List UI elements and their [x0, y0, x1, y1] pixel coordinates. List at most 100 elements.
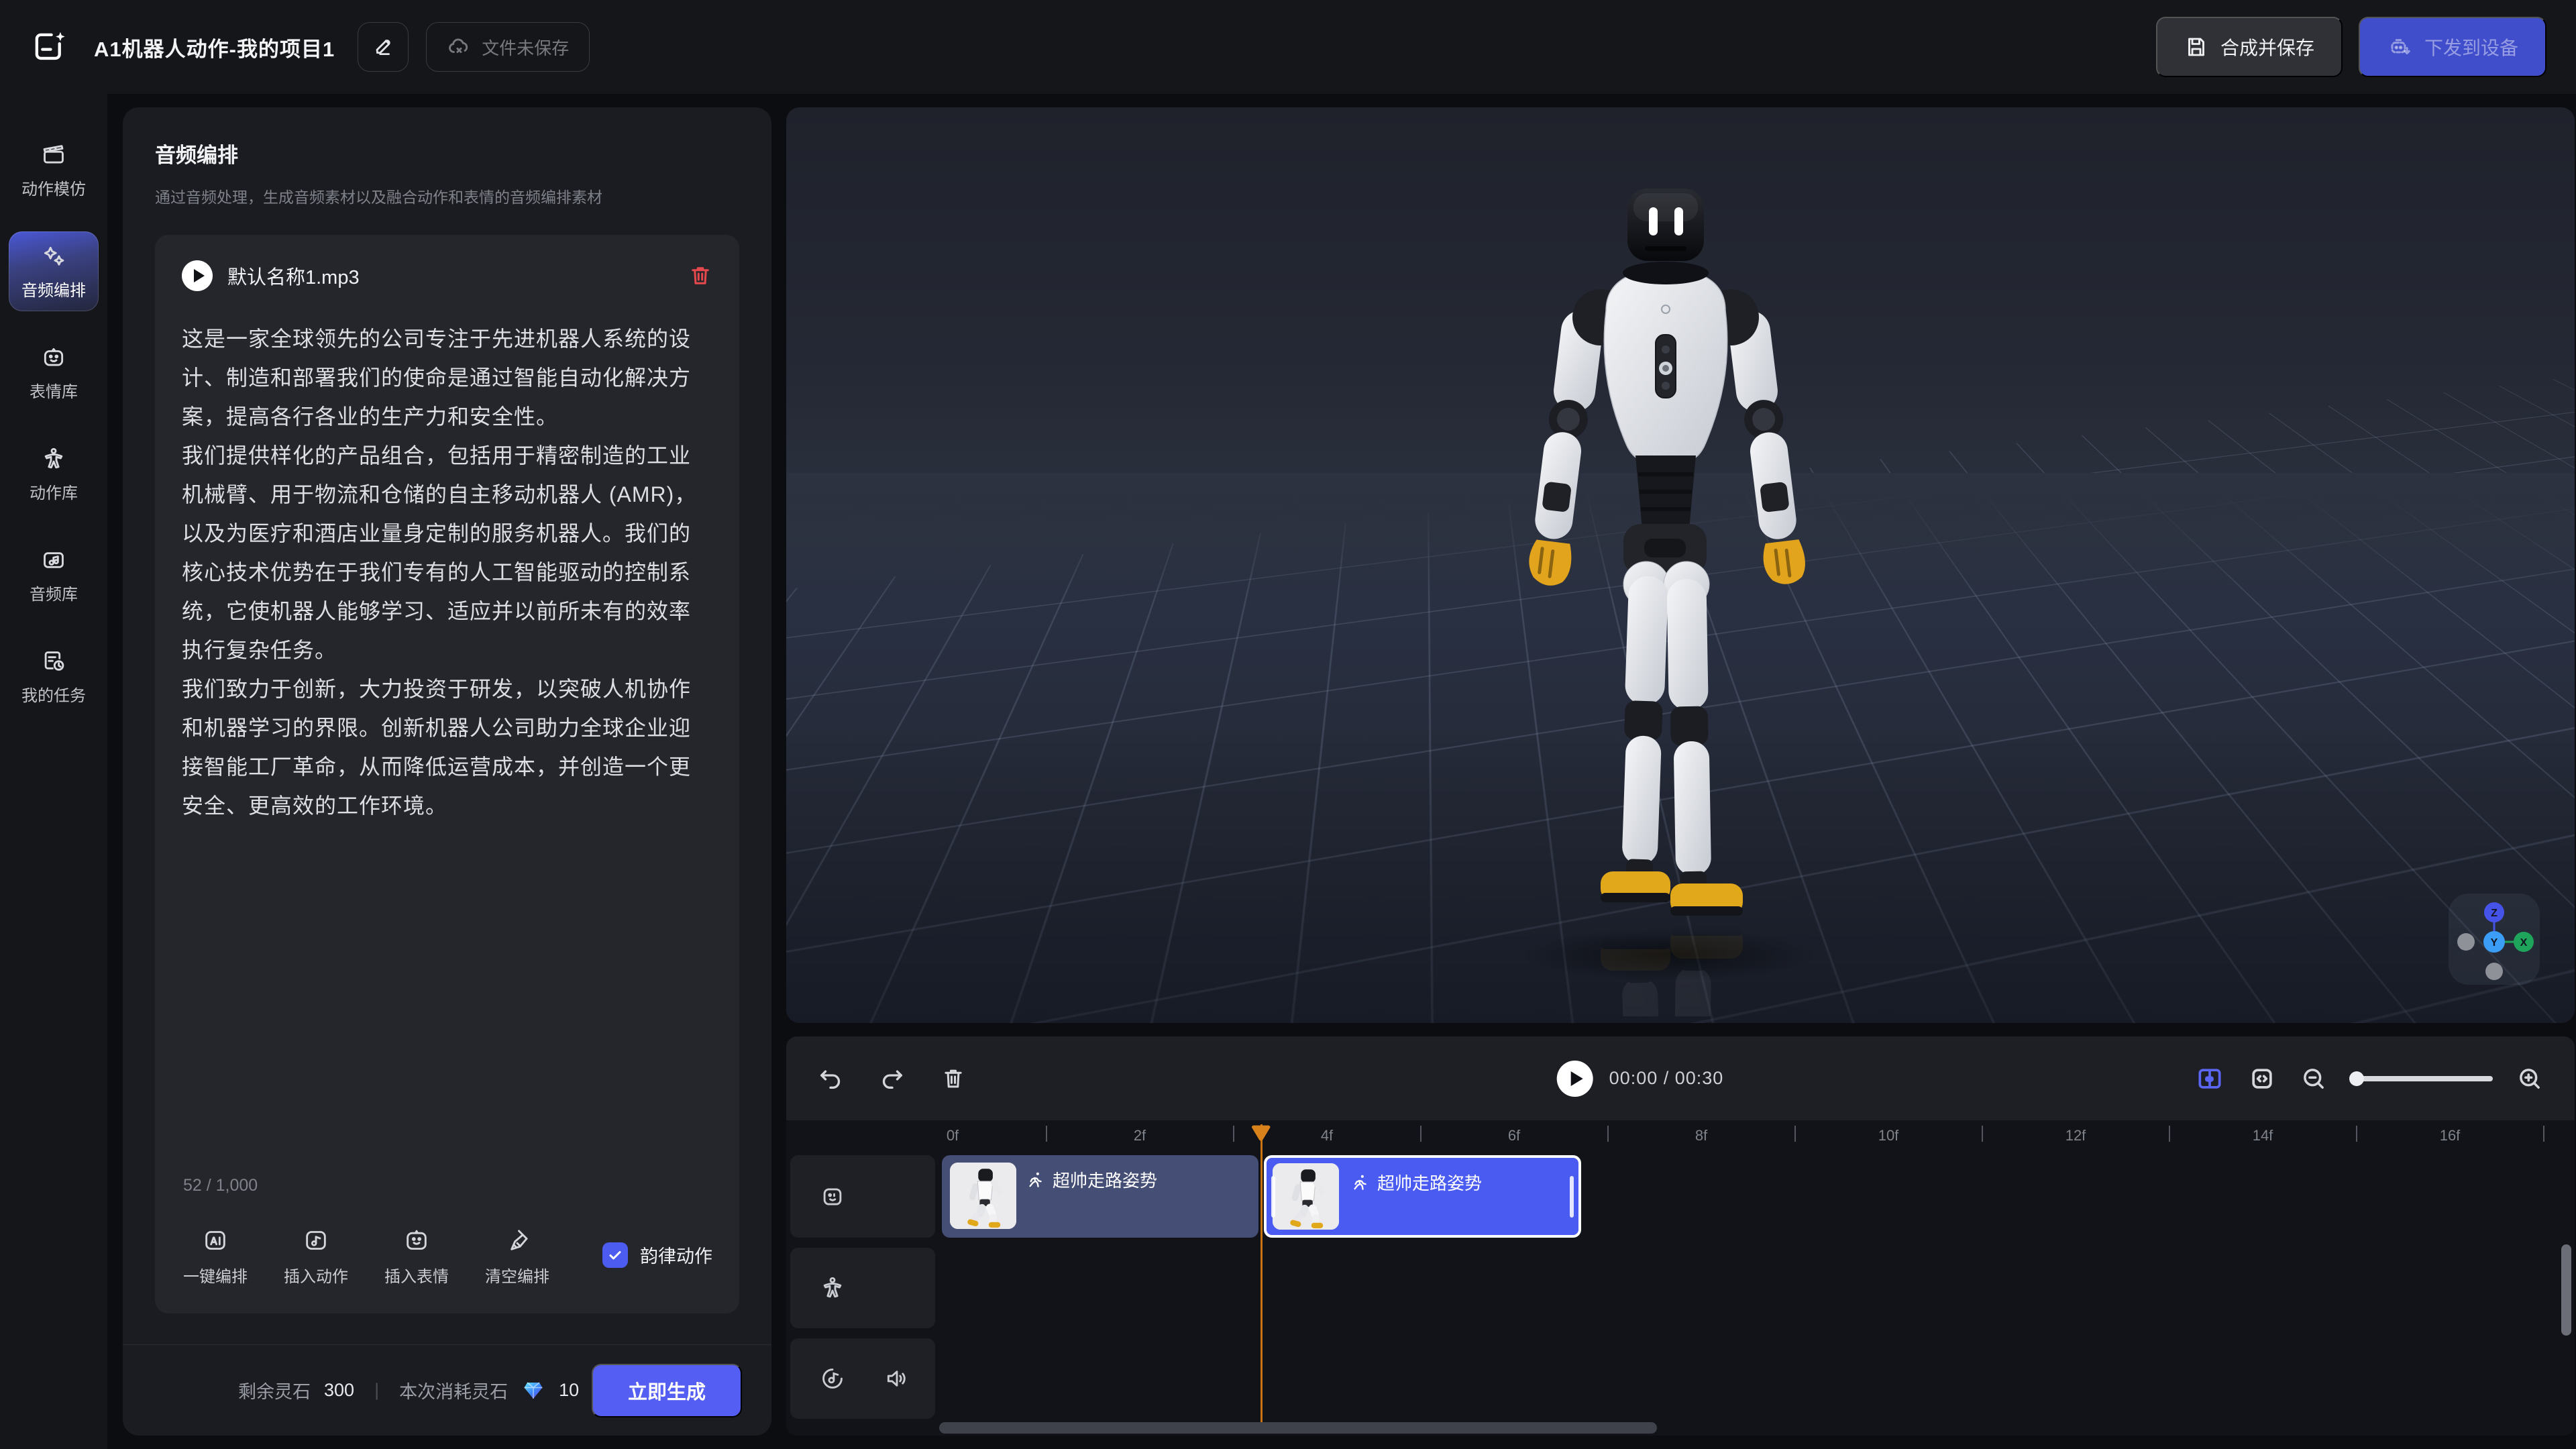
sidebar-item-expression-library[interactable]: 表情库: [9, 333, 99, 413]
face-card-icon: [403, 1227, 430, 1254]
running-person-icon: [1026, 1171, 1044, 1189]
track-header-expression[interactable]: [790, 1155, 935, 1238]
ruler-label: 4f: [1321, 1127, 1333, 1144]
broom-icon: [504, 1227, 531, 1254]
clapperboard-icon: [41, 142, 66, 168]
running-person-icon: [1351, 1173, 1369, 1191]
ruler-label: 8f: [1695, 1127, 1707, 1144]
rhythm-checkbox[interactable]: [602, 1242, 628, 1268]
gem-icon: [521, 1379, 545, 1403]
deploy-to-device-button[interactable]: 下发到设备: [2359, 17, 2546, 77]
playback-toolbar: 00:00 / 00:30: [786, 1036, 2575, 1120]
panel-footer: 剩余灵石 300 | 本次消耗灵石 10 立即生成: [123, 1344, 771, 1436]
audio-play-button[interactable]: [182, 260, 213, 291]
undo-button[interactable]: [817, 1065, 844, 1092]
auto-fit-clip-button[interactable]: [2195, 1064, 2224, 1093]
sparkles-icon: [41, 244, 66, 269]
zoom-out-button[interactable]: [2300, 1065, 2328, 1093]
audio-transcript[interactable]: 这是一家全球领先的公司专注于先进机器人系统的设计、制造和部署我们的使命是通过智能…: [182, 319, 712, 825]
one-key-arrange-button[interactable]: 一键编排: [183, 1227, 248, 1287]
track-header-audio[interactable]: [790, 1338, 935, 1419]
clip-trim-handle-right[interactable]: [1570, 1176, 1574, 1218]
ruler-label: 10f: [1878, 1127, 1899, 1144]
ruler-tick: [2356, 1126, 2357, 1142]
sidebar-item-audio-arrange[interactable]: 音频编排: [9, 231, 99, 311]
viewport-3d[interactable]: Z Y X: [786, 107, 2575, 1023]
sidebar-item-label: 动作库: [30, 480, 78, 503]
gizmo-neg-x[interactable]: [2457, 933, 2475, 951]
person-icon: [41, 446, 66, 472]
transcript-paragraph: 这是一家全球领先的公司专注于先进机器人系统的设计、制造和部署我们的使命是通过智能…: [182, 319, 712, 436]
rename-button[interactable]: [358, 22, 409, 72]
sidebar-item-label: 动作模仿: [21, 176, 86, 199]
sidebar-item-action-library[interactable]: 动作库: [9, 434, 99, 514]
playhead-line: [1260, 1124, 1263, 1425]
vertical-scrollbar[interactable]: [2561, 1244, 2571, 1336]
save-compose-button[interactable]: 合成并保存: [2156, 17, 2343, 77]
clip-trim-handle-left[interactable]: [1271, 1176, 1275, 1218]
ruler-label: 2f: [1134, 1127, 1146, 1144]
pencil-icon: [372, 36, 394, 58]
note-card-icon: [303, 1227, 329, 1254]
redo-button[interactable]: [879, 1065, 906, 1092]
robot-download-icon: [2387, 34, 2412, 60]
ruler-tick: [2169, 1126, 2170, 1142]
horizontal-scrollbar[interactable]: [939, 1422, 1657, 1434]
sidebar-item-audio-library[interactable]: 音频库: [9, 535, 99, 615]
deploy-to-device-label: 下发到设备: [2424, 34, 2518, 60]
ruler-label: 14f: [2253, 1127, 2273, 1144]
track-header-action[interactable]: [790, 1248, 935, 1328]
zoom-slider-knob[interactable]: [2349, 1071, 2364, 1086]
delete-clip-button[interactable]: [941, 1066, 966, 1091]
task-list-icon: [41, 649, 66, 674]
ruler-tick: [1794, 1126, 1796, 1142]
action-label: 插入动作: [284, 1263, 348, 1287]
cloud-unsaved-icon: [447, 35, 471, 59]
timeline[interactable]: 0f 2f 4f 6f 8f 10f 12f 14f 16f: [786, 1120, 2575, 1436]
trash-icon: [688, 264, 712, 288]
file-unsaved-status[interactable]: 文件未保存: [426, 22, 590, 72]
timeline-clip-selected[interactable]: 超帅走路姿势: [1264, 1155, 1581, 1238]
sidebar-item-motion-mimic[interactable]: 动作模仿: [9, 130, 99, 210]
time-display: 00:00 / 00:30: [1609, 1068, 1724, 1089]
transcript-paragraph: 我们提供样化的产品组合，包括用于精密制造的工业机械臂、用于物流和仓储的自主移动机…: [182, 436, 712, 669]
gizmo-neg-z[interactable]: [2485, 963, 2503, 980]
save-compose-label: 合成并保存: [2220, 34, 2314, 60]
check-icon: [607, 1247, 623, 1263]
insert-expression-button[interactable]: 插入表情: [384, 1227, 449, 1287]
save-icon: [2184, 35, 2208, 59]
generate-now-label: 立即生成: [628, 1377, 706, 1405]
play-button[interactable]: [1557, 1061, 1593, 1097]
action-label: 插入表情: [384, 1263, 449, 1287]
ruler-tick: [1233, 1126, 1234, 1142]
robot-figure[interactable]: [1496, 171, 1872, 1016]
panel-title: 音频编排: [123, 107, 771, 168]
orientation-gizmo[interactable]: Z Y X: [2449, 894, 2540, 985]
timeline-clip[interactable]: 超帅走路姿势: [942, 1155, 1258, 1238]
file-unsaved-label: 文件未保存: [482, 35, 569, 60]
insert-action-button[interactable]: 插入动作: [284, 1227, 348, 1287]
gizmo-z-label: Z: [2491, 908, 2498, 919]
clip-label: 超帅走路姿势: [1053, 1167, 1157, 1192]
gizmo-y-label: Y: [2491, 937, 2498, 949]
fit-timeline-button[interactable]: [2247, 1064, 2277, 1093]
robot-face-icon: [820, 1184, 845, 1210]
clip-thumbnail: [950, 1163, 1016, 1229]
topbar: A1机器人动作-我的项目1 文件未保存 合成并保存 下发到设备: [0, 0, 2576, 94]
ai-box-icon: [202, 1227, 229, 1254]
cost-gems-label: 本次消耗灵石: [399, 1377, 508, 1403]
zoom-in-button[interactable]: [2516, 1065, 2544, 1093]
generate-now-button[interactable]: 立即生成: [592, 1364, 742, 1417]
speaker-icon[interactable]: [884, 1366, 910, 1391]
stage: Z Y X 00:00 / 00:30: [786, 107, 2575, 1436]
audio-filename: 默认名称1.mp3: [227, 262, 674, 290]
audio-clip-card: 默认名称1.mp3 这是一家全球领先的公司专注于先进机器人系统的设计、制造和部署…: [155, 235, 739, 1313]
clear-arrange-button[interactable]: 清空编排: [485, 1227, 549, 1287]
app-logo-icon: [30, 28, 68, 66]
ruler-tick: [2543, 1126, 2544, 1142]
playhead-handle[interactable]: [1251, 1123, 1271, 1146]
rhythm-motion-toggle[interactable]: 韵律动作: [602, 1242, 712, 1287]
timeline-zoom-slider[interactable]: [2351, 1076, 2493, 1081]
sidebar-item-my-tasks[interactable]: 我的任务: [9, 637, 99, 716]
delete-audio-button[interactable]: [688, 264, 712, 288]
